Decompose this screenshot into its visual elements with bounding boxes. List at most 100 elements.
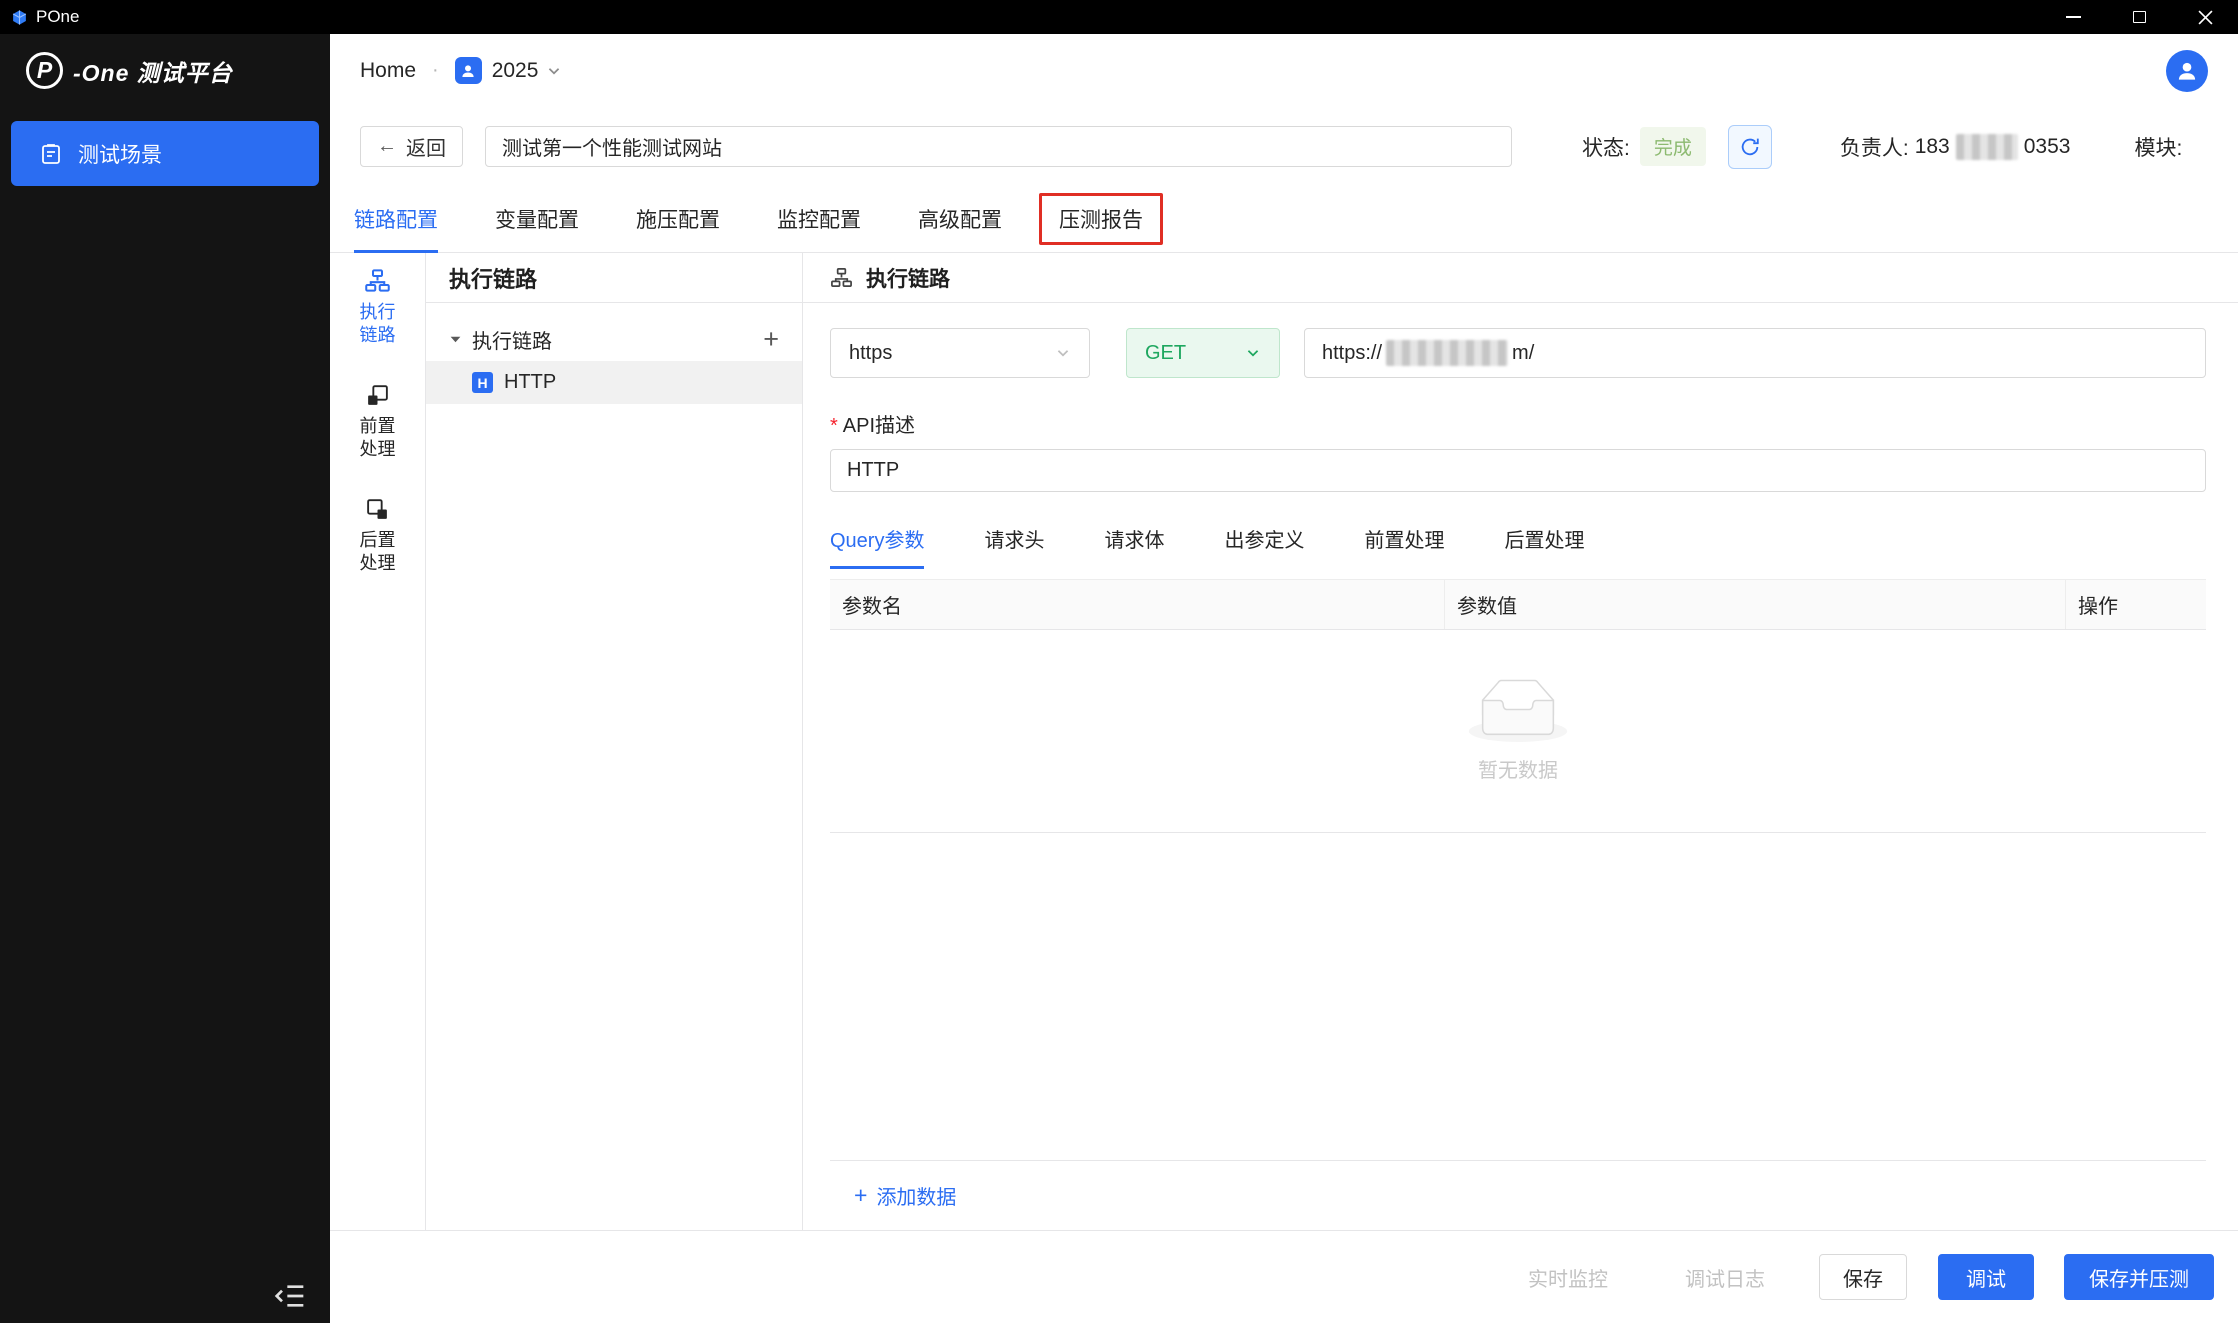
- req-tab-label: 出参定义: [1224, 530, 1304, 552]
- save-button[interactable]: 保存: [1819, 1254, 1907, 1300]
- tool-label: 前置: [360, 415, 396, 438]
- tool-label: 后置: [360, 529, 396, 552]
- method-select[interactable]: GET: [1126, 328, 1280, 378]
- debug-button[interactable]: 调试: [1938, 1254, 2034, 1300]
- tool-strip: 执行 链路 前置 处理 后置 处理: [330, 253, 426, 1230]
- user-icon: [2174, 58, 2200, 84]
- scene-name-input[interactable]: [485, 126, 1512, 167]
- tab-post-processing[interactable]: 后置处理: [1504, 524, 1584, 569]
- titlebar-left: POne: [0, 7, 79, 27]
- tab-query-params[interactable]: Query参数: [830, 524, 924, 569]
- tab-monitor-config[interactable]: 监控配置: [777, 186, 861, 252]
- refresh-button[interactable]: [1728, 125, 1772, 169]
- editor-title: 执行链路: [866, 263, 950, 293]
- refresh-icon: [1739, 136, 1761, 158]
- empty-box-icon: [1468, 679, 1568, 742]
- tab-label: 施压配置: [636, 204, 720, 234]
- tab-request-body[interactable]: 请求体: [1104, 524, 1164, 569]
- tree-node-http[interactable]: H HTTP: [426, 361, 802, 404]
- module-label: 模块:: [2134, 132, 2182, 162]
- tool-execution-link[interactable]: 执行 链路: [360, 267, 396, 347]
- pre-process-icon: [365, 383, 390, 408]
- owner-label: 负责人:: [1840, 132, 1909, 162]
- plus-icon: +: [854, 1184, 867, 1207]
- column-param-name: 参数名: [830, 580, 1444, 629]
- page-header: Home · 2025: [330, 34, 2238, 107]
- editor-body: https GET https:// m/ *API描述: [803, 303, 2238, 1230]
- request-detail-tabs: Query参数 请求头 请求体 出参定义 前置处理 后置处理: [830, 524, 2206, 569]
- url-input[interactable]: https:// m/: [1304, 328, 2206, 378]
- protocol-value: https: [849, 342, 892, 365]
- project-avatar-icon: [455, 57, 482, 84]
- tab-test-report[interactable]: 压测报告: [1059, 186, 1143, 252]
- app-logo-icon: [11, 9, 28, 26]
- empty-state-text: 暂无数据: [1478, 754, 1558, 783]
- window-controls: [2040, 0, 2238, 34]
- column-param-value: 参数值: [1444, 580, 2065, 629]
- add-node-button[interactable]: +: [763, 326, 779, 353]
- sidebar-collapse-button[interactable]: [272, 1279, 308, 1315]
- tab-request-headers[interactable]: 请求头: [984, 524, 1044, 569]
- request-line: https GET https:// m/: [830, 328, 2206, 378]
- method-value: GET: [1145, 342, 1186, 365]
- scene-toolbar: ← 返回 状态: 完成 负责人: 183 0353 模块:: [330, 107, 2238, 186]
- tool-label: 处理: [360, 552, 396, 575]
- sidebar-item-test-scenario[interactable]: 测试场景: [11, 121, 319, 186]
- api-label-text: API描述: [843, 415, 915, 437]
- breadcrumb-separator: ·: [432, 59, 439, 82]
- tree-node-label: HTTP: [504, 371, 556, 394]
- node-editor: 执行链路 https GET https:// m/: [803, 253, 2238, 1230]
- tab-output-params[interactable]: 出参定义: [1224, 524, 1304, 569]
- tab-advanced-config[interactable]: 高级配置: [918, 186, 1002, 252]
- owner-phone-redacted: [1956, 134, 2018, 160]
- tab-label: 压测报告: [1059, 204, 1143, 234]
- flow-icon: [830, 266, 853, 289]
- tool-label: 链路: [360, 324, 396, 347]
- req-tab-label: 请求头: [984, 530, 1044, 552]
- save-and-test-button[interactable]: 保存并压测: [2064, 1254, 2214, 1300]
- req-tab-label: 请求体: [1104, 530, 1164, 552]
- window-title: POne: [36, 7, 79, 27]
- back-button[interactable]: ← 返回: [360, 126, 463, 167]
- tool-post-processing[interactable]: 后置 处理: [360, 497, 396, 575]
- protocol-select[interactable]: https: [830, 328, 1090, 378]
- empty-state: 暂无数据: [830, 630, 2206, 833]
- query-params-table: 参数名 参数值 操作: [830, 579, 2206, 1230]
- add-data-link[interactable]: + 添加数据: [854, 1181, 956, 1210]
- debug-log-link[interactable]: 调试日志: [1685, 1263, 1765, 1292]
- owner-phone-suffix: 0353: [2024, 135, 2071, 159]
- tool-pre-processing[interactable]: 前置 处理: [360, 383, 396, 461]
- tree-root-node[interactable]: 执行链路 +: [426, 317, 802, 361]
- owner-phone-prefix: 183: [1915, 135, 1950, 159]
- post-process-icon: [365, 497, 390, 522]
- app-window: POne P -One 测试平台 测试场景 H: [0, 0, 2238, 1323]
- logo-p-icon: P: [26, 52, 63, 89]
- tab-pre-processing[interactable]: 前置处理: [1364, 524, 1444, 569]
- maximize-icon: [2133, 11, 2146, 23]
- back-arrow-icon: ←: [377, 135, 397, 158]
- chevron-down-icon[interactable]: [546, 63, 562, 79]
- caret-down-icon[interactable]: [449, 333, 462, 346]
- url-prefix: https://: [1322, 342, 1382, 365]
- url-redacted: [1386, 340, 1508, 366]
- tab-pressure-config[interactable]: 施压配置: [636, 186, 720, 252]
- tab-link-config[interactable]: 链路配置: [354, 186, 438, 252]
- maximize-button[interactable]: [2106, 0, 2172, 34]
- status-label: 状态:: [1582, 132, 1630, 162]
- user-avatar[interactable]: [2166, 50, 2208, 92]
- window-titlebar: POne: [0, 0, 2238, 34]
- tab-label: 链路配置: [354, 204, 438, 234]
- req-tab-label: Query参数: [830, 530, 924, 552]
- logo-text: -One 测试平台: [73, 54, 233, 88]
- url-suffix: m/: [1512, 342, 1534, 365]
- api-description-input[interactable]: [830, 449, 2206, 492]
- tab-label: 高级配置: [918, 204, 1002, 234]
- minimize-button[interactable]: [2040, 0, 2106, 34]
- minimize-icon: [2066, 16, 2081, 18]
- tab-variable-config[interactable]: 变量配置: [495, 186, 579, 252]
- close-button[interactable]: [2172, 0, 2238, 34]
- editor-header: 执行链路: [803, 253, 2238, 303]
- project-selector[interactable]: 2025: [492, 59, 539, 83]
- breadcrumb-home[interactable]: Home: [360, 59, 416, 83]
- realtime-monitor-link[interactable]: 实时监控: [1528, 1263, 1608, 1292]
